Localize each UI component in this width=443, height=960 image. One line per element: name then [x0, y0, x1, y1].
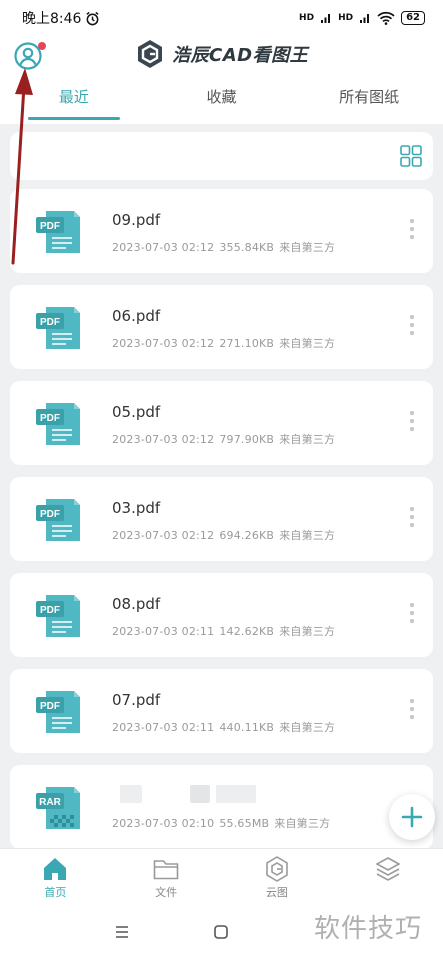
file-source: 来自第三方 [279, 433, 336, 446]
signal-icon-2 [360, 14, 370, 23]
file-source: 来自第三方 [279, 625, 336, 638]
file-date: 2023-07-03 02:10 [112, 817, 215, 830]
layers-icon [374, 857, 401, 881]
file-type-label: PDF [40, 605, 60, 616]
file-card[interactable]: PDF 07.pdf 2023-07-03 02:11 440.11KB 来自第三方 [10, 669, 433, 753]
more-options-icon[interactable] [407, 411, 417, 435]
blurred-file-name [120, 783, 270, 805]
file-size: 55.65MB [219, 817, 270, 830]
status-time: 晚上8:46 [22, 11, 82, 27]
file-name: 09.pdf [112, 211, 161, 229]
pdf-file-icon: PDF [36, 691, 80, 733]
nav-cloud-label: 云图 [265, 886, 288, 899]
app-title: 浩辰CAD看图王 [172, 45, 309, 66]
file-type-label: PDF [40, 221, 60, 232]
pdf-file-icon: PDF [36, 595, 80, 637]
more-options-icon[interactable] [407, 219, 417, 243]
file-size: 797.90KB [219, 433, 275, 446]
file-type-label: RAR [39, 797, 61, 808]
file-name: 03.pdf [112, 499, 161, 517]
file-meta: 2023-07-03 02:11 142.62KB 来自第三方 [112, 623, 340, 639]
bottom-nav: 首页 文件 云图 [0, 848, 443, 904]
tab-recent[interactable]: 最近 [0, 82, 148, 122]
file-date: 2023-07-03 02:11 [112, 625, 215, 638]
nav-home[interactable]: 首页 [0, 849, 111, 904]
file-type-label: PDF [40, 413, 60, 424]
file-source: 来自第三方 [279, 241, 336, 254]
file-date: 2023-07-03 02:12 [112, 337, 215, 350]
file-size: 355.84KB [219, 241, 275, 254]
more-options-icon[interactable] [407, 507, 417, 531]
file-date: 2023-07-03 02:12 [112, 529, 215, 542]
file-card[interactable]: RAR 2023-07-03 02:10 55.65MB 来自第三方 [10, 765, 433, 849]
more-options-icon[interactable] [407, 603, 417, 627]
file-type-label: PDF [40, 317, 60, 328]
file-source: 来自第三方 [274, 817, 331, 830]
file-meta: 2023-07-03 02:12 694.26KB 来自第三方 [112, 527, 340, 543]
pdf-file-icon: PDF [36, 499, 80, 541]
tab-bar: 最近 收藏 所有图纸 [0, 82, 443, 122]
plus-icon [401, 806, 423, 828]
file-size: 694.26KB [219, 529, 275, 542]
nav-files-label: 文件 [155, 886, 178, 899]
file-card[interactable]: PDF 06.pdf 2023-07-03 02:12 271.10KB 来自第三方 [10, 285, 433, 369]
file-card[interactable]: PDF 09.pdf 2023-07-03 02:12 355.84KB 来自第三方 [10, 189, 433, 273]
menu-icon[interactable] [114, 924, 130, 940]
app-logo-icon [138, 40, 162, 68]
file-card[interactable]: PDF 03.pdf 2023-07-03 02:12 694.26KB 来自第三方 [10, 477, 433, 561]
file-meta: 2023-07-03 02:12 797.90KB 来自第三方 [112, 431, 340, 447]
file-size: 142.62KB [219, 625, 275, 638]
more-options-icon[interactable] [407, 699, 417, 723]
nav-files[interactable]: 文件 [111, 849, 222, 904]
nav-home-label: 首页 [44, 886, 67, 899]
signal-2-label: HD [338, 13, 354, 23]
nav-cloud[interactable]: 云图 [222, 849, 333, 904]
file-date: 2023-07-03 02:12 [112, 433, 215, 446]
file-type-label: PDF [40, 701, 60, 712]
tab-all-drawings[interactable]: 所有图纸 [295, 82, 443, 122]
file-card[interactable]: PDF 08.pdf 2023-07-03 02:11 142.62KB 来自第三方 [10, 573, 433, 657]
list-toolbar [10, 132, 433, 180]
pdf-file-icon: PDF [36, 307, 80, 349]
file-size: 271.10KB [219, 337, 275, 350]
status-bar: 晚上8:46 HD HD 62 [0, 0, 443, 36]
file-meta: 2023-07-03 02:10 55.65MB 来自第三方 [112, 815, 335, 831]
home-icon [44, 858, 67, 880]
app-logo: 浩辰CAD看图王 [136, 38, 308, 70]
file-source: 来自第三方 [279, 529, 336, 542]
nav-layers[interactable] [332, 849, 443, 904]
file-date: 2023-07-03 02:11 [112, 721, 215, 734]
file-size: 440.11KB [219, 721, 275, 734]
battery-indicator: 62 [401, 11, 425, 25]
wifi-icon [377, 11, 395, 25]
home-button-icon[interactable] [213, 924, 229, 940]
file-source: 来自第三方 [279, 337, 336, 350]
folder-icon [153, 860, 179, 880]
file-name: 05.pdf [112, 403, 161, 421]
tab-favorites[interactable]: 收藏 [148, 82, 296, 122]
file-meta: 2023-07-03 02:12 355.84KB 来自第三方 [112, 239, 340, 255]
add-button[interactable] [389, 794, 435, 840]
file-card[interactable]: PDF 05.pdf 2023-07-03 02:12 797.90KB 来自第三方 [10, 381, 433, 465]
file-source: 来自第三方 [279, 721, 336, 734]
pdf-file-icon: PDF [36, 403, 80, 445]
file-type-label: PDF [40, 509, 60, 520]
file-date: 2023-07-03 02:12 [112, 241, 215, 254]
notification-dot [38, 42, 46, 50]
watermark: 软件技巧 [314, 914, 423, 944]
grid-view-icon[interactable] [399, 144, 423, 168]
alarm-icon [86, 11, 100, 25]
file-name: 08.pdf [112, 595, 161, 613]
file-meta: 2023-07-03 02:11 440.11KB 来自第三方 [112, 719, 340, 735]
file-name: 07.pdf [112, 691, 161, 709]
file-meta: 2023-07-03 02:12 271.10KB 来自第三方 [112, 335, 340, 351]
more-options-icon[interactable] [407, 315, 417, 339]
signal-1-label: HD [299, 13, 315, 23]
file-name: 06.pdf [112, 307, 161, 325]
app-header: 浩辰CAD看图王 最近 收藏 所有图纸 [0, 36, 443, 124]
cloud-logo-icon [266, 856, 288, 882]
pdf-file-icon: PDF [36, 211, 80, 253]
rar-file-icon: RAR [36, 787, 80, 829]
signal-icon [321, 14, 331, 23]
